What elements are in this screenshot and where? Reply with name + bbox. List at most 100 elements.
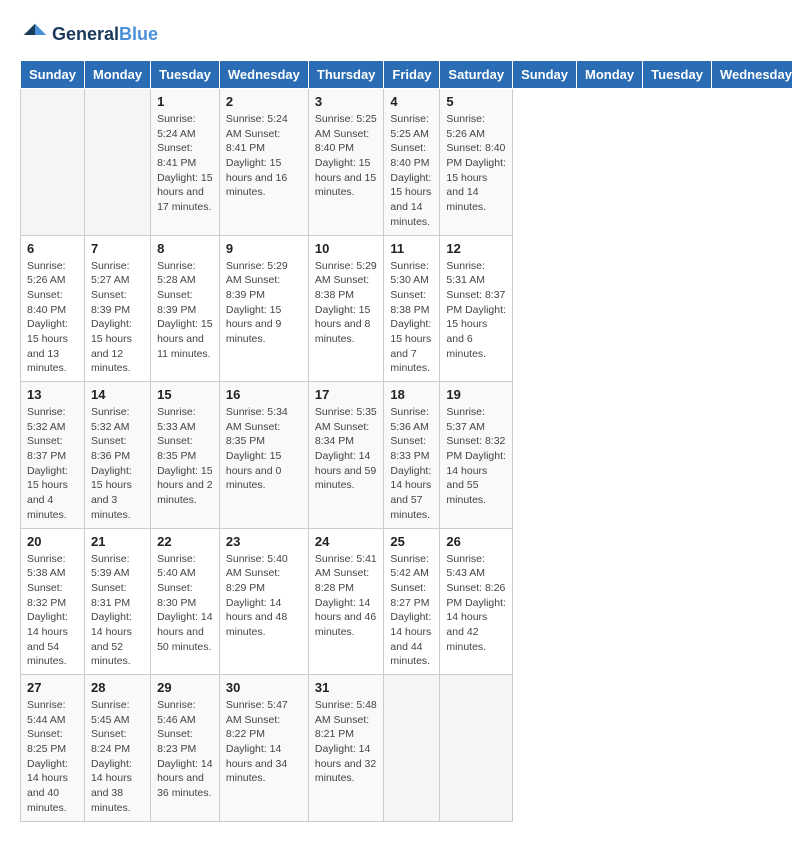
calendar-cell: 12 Sunrise: 5:31 AM Sunset: 8:37 PM Dayli… — [440, 235, 513, 382]
calendar-cell: 26 Sunrise: 5:43 AM Sunset: 8:26 PM Dayli… — [440, 528, 513, 675]
calendar-cell: 20Sunrise: 5:38 AM Sunset: 8:32 PM Dayli… — [21, 528, 85, 675]
day-content: Sunrise: 5:29 AM Sunset: 8:39 PM Dayligh… — [226, 259, 302, 347]
weekday-header: Monday — [577, 61, 643, 89]
calendar-cell: 27 Sunrise: 5:44 AM Sunset: 8:25 PM Dayli… — [21, 675, 85, 822]
day-number: 21 — [91, 534, 144, 549]
logo-text: GeneralBlue — [52, 25, 158, 45]
day-number: 16 — [226, 387, 302, 402]
day-number: 23 — [226, 534, 302, 549]
day-number: 12 — [446, 241, 506, 256]
day-content: Sunrise: 5:43 AM Sunset: 8:26 PM Dayligh… — [446, 552, 506, 655]
day-number: 5 — [446, 94, 506, 109]
calendar-cell: 7Sunrise: 5:27 AM Sunset: 8:39 PM Daylig… — [84, 235, 150, 382]
calendar-header-row: SundayMondayTuesdayWednesdayThursdayFrid… — [21, 61, 792, 89]
calendar-table: SundayMondayTuesdayWednesdayThursdayFrid… — [20, 60, 792, 822]
weekday-header: Sunday — [21, 61, 85, 89]
day-number: 15 — [157, 387, 213, 402]
day-number: 9 — [226, 241, 302, 256]
day-number: 27 — [27, 680, 78, 695]
day-number: 31 — [315, 680, 378, 695]
calendar-cell: 8Sunrise: 5:28 AM Sunset: 8:39 PM Daylig… — [151, 235, 220, 382]
day-content: Sunrise: 5:26 AM Sunset: 8:40 PM Dayligh… — [446, 112, 506, 215]
day-content: Sunrise: 5:25 AM Sunset: 8:40 PM Dayligh… — [315, 112, 378, 200]
day-number: 29 — [157, 680, 213, 695]
day-number: 25 — [390, 534, 433, 549]
weekday-header: Tuesday — [643, 61, 712, 89]
day-content: Sunrise: 5:36 AM Sunset: 8:33 PM Dayligh… — [390, 405, 433, 523]
calendar-cell: 19Sunrise: 5:37 AM Sunset: 8:32 PM Dayli… — [440, 382, 513, 529]
calendar-cell: 28 Sunrise: 5:45 AM Sunset: 8:24 PM Dayli… — [84, 675, 150, 822]
weekday-header: Tuesday — [151, 61, 220, 89]
calendar-week-row: 1 Sunrise: 5:24 AM Sunset: 8:41 PM Daylig… — [21, 89, 792, 236]
calendar-cell: 24 Sunrise: 5:41 AM Sunset: 8:28 PM Dayli… — [308, 528, 384, 675]
day-content: Sunrise: 5:48 AM Sunset: 8:21 PM Dayligh… — [315, 698, 378, 786]
day-content: Sunrise: 5:40 AM Sunset: 8:30 PM Dayligh… — [157, 552, 213, 655]
calendar-cell: 22 Sunrise: 5:40 AM Sunset: 8:30 PM Dayli… — [151, 528, 220, 675]
day-number: 13 — [27, 387, 78, 402]
day-number: 6 — [27, 241, 78, 256]
day-content: Sunrise: 5:41 AM Sunset: 8:28 PM Dayligh… — [315, 552, 378, 640]
weekday-header: Sunday — [513, 61, 577, 89]
day-content: Sunrise: 5:29 AM Sunset: 8:38 PM Dayligh… — [315, 259, 378, 347]
day-content: Sunrise: 5:34 AM Sunset: 8:35 PM Dayligh… — [226, 405, 302, 493]
calendar-cell: 18 Sunrise: 5:36 AM Sunset: 8:33 PM Dayli… — [384, 382, 440, 529]
day-content: Sunrise: 5:32 AM Sunset: 8:37 PM Dayligh… — [27, 405, 78, 523]
calendar-cell: 1 Sunrise: 5:24 AM Sunset: 8:41 PM Daylig… — [151, 89, 220, 236]
day-number: 14 — [91, 387, 144, 402]
day-content: Sunrise: 5:26 AM Sunset: 8:40 PM Dayligh… — [27, 259, 78, 377]
calendar-cell: 2Sunrise: 5:24 AM Sunset: 8:41 PM Daylig… — [219, 89, 308, 236]
calendar-cell: 11 Sunrise: 5:30 AM Sunset: 8:38 PM Dayli… — [384, 235, 440, 382]
weekday-header: Wednesday — [711, 61, 792, 89]
day-number: 1 — [157, 94, 213, 109]
weekday-header: Wednesday — [219, 61, 308, 89]
day-number: 10 — [315, 241, 378, 256]
day-content: Sunrise: 5:30 AM Sunset: 8:38 PM Dayligh… — [390, 259, 433, 377]
day-content: Sunrise: 5:32 AM Sunset: 8:36 PM Dayligh… — [91, 405, 144, 523]
logo-icon — [20, 20, 50, 50]
calendar-week-row: 27 Sunrise: 5:44 AM Sunset: 8:25 PM Dayli… — [21, 675, 792, 822]
day-content: Sunrise: 5:44 AM Sunset: 8:25 PM Dayligh… — [27, 698, 78, 816]
day-number: 11 — [390, 241, 433, 256]
day-content: Sunrise: 5:28 AM Sunset: 8:39 PM Dayligh… — [157, 259, 213, 362]
day-content: Sunrise: 5:35 AM Sunset: 8:34 PM Dayligh… — [315, 405, 378, 493]
day-content: Sunrise: 5:25 AM Sunset: 8:40 PM Dayligh… — [390, 112, 433, 230]
calendar-cell: 3 Sunrise: 5:25 AM Sunset: 8:40 PM Daylig… — [308, 89, 384, 236]
day-content: Sunrise: 5:31 AM Sunset: 8:37 PM Dayligh… — [446, 259, 506, 362]
calendar-cell: 9 Sunrise: 5:29 AM Sunset: 8:39 PM Daylig… — [219, 235, 308, 382]
day-content: Sunrise: 5:46 AM Sunset: 8:23 PM Dayligh… — [157, 698, 213, 801]
calendar-cell: 10 Sunrise: 5:29 AM Sunset: 8:38 PM Dayli… — [308, 235, 384, 382]
calendar-cell: 13 Sunrise: 5:32 AM Sunset: 8:37 PM Dayli… — [21, 382, 85, 529]
weekday-header: Friday — [384, 61, 440, 89]
day-content: Sunrise: 5:45 AM Sunset: 8:24 PM Dayligh… — [91, 698, 144, 816]
calendar-cell: 17Sunrise: 5:35 AM Sunset: 8:34 PM Dayli… — [308, 382, 384, 529]
calendar-cell — [384, 675, 440, 822]
day-number: 19 — [446, 387, 506, 402]
calendar-cell: 23 Sunrise: 5:40 AM Sunset: 8:29 PM Dayli… — [219, 528, 308, 675]
day-content: Sunrise: 5:42 AM Sunset: 8:27 PM Dayligh… — [390, 552, 433, 670]
day-content: Sunrise: 5:39 AM Sunset: 8:31 PM Dayligh… — [91, 552, 144, 670]
calendar-cell: 30Sunrise: 5:47 AM Sunset: 8:22 PM Dayli… — [219, 675, 308, 822]
calendar-cell: 5 Sunrise: 5:26 AM Sunset: 8:40 PM Daylig… — [440, 89, 513, 236]
calendar-week-row: 6 Sunrise: 5:26 AM Sunset: 8:40 PM Daylig… — [21, 235, 792, 382]
calendar-cell: 6 Sunrise: 5:26 AM Sunset: 8:40 PM Daylig… — [21, 235, 85, 382]
weekday-header: Monday — [84, 61, 150, 89]
calendar-week-row: 13 Sunrise: 5:32 AM Sunset: 8:37 PM Dayli… — [21, 382, 792, 529]
day-number: 3 — [315, 94, 378, 109]
page-header: GeneralBlue — [20, 20, 772, 50]
day-number: 22 — [157, 534, 213, 549]
calendar-cell — [21, 89, 85, 236]
day-content: Sunrise: 5:40 AM Sunset: 8:29 PM Dayligh… — [226, 552, 302, 640]
calendar-cell: 25 Sunrise: 5:42 AM Sunset: 8:27 PM Dayli… — [384, 528, 440, 675]
day-number: 28 — [91, 680, 144, 695]
day-number: 24 — [315, 534, 378, 549]
day-content: Sunrise: 5:24 AM Sunset: 8:41 PM Dayligh… — [226, 112, 302, 200]
calendar-cell: 15Sunrise: 5:33 AM Sunset: 8:35 PM Dayli… — [151, 382, 220, 529]
calendar-cell — [440, 675, 513, 822]
day-number: 18 — [390, 387, 433, 402]
calendar-cell: 14 Sunrise: 5:32 AM Sunset: 8:36 PM Dayli… — [84, 382, 150, 529]
day-content: Sunrise: 5:24 AM Sunset: 8:41 PM Dayligh… — [157, 112, 213, 215]
day-number: 26 — [446, 534, 506, 549]
calendar-cell: 16 Sunrise: 5:34 AM Sunset: 8:35 PM Dayli… — [219, 382, 308, 529]
calendar-cell: 4Sunrise: 5:25 AM Sunset: 8:40 PM Daylig… — [384, 89, 440, 236]
calendar-week-row: 20Sunrise: 5:38 AM Sunset: 8:32 PM Dayli… — [21, 528, 792, 675]
